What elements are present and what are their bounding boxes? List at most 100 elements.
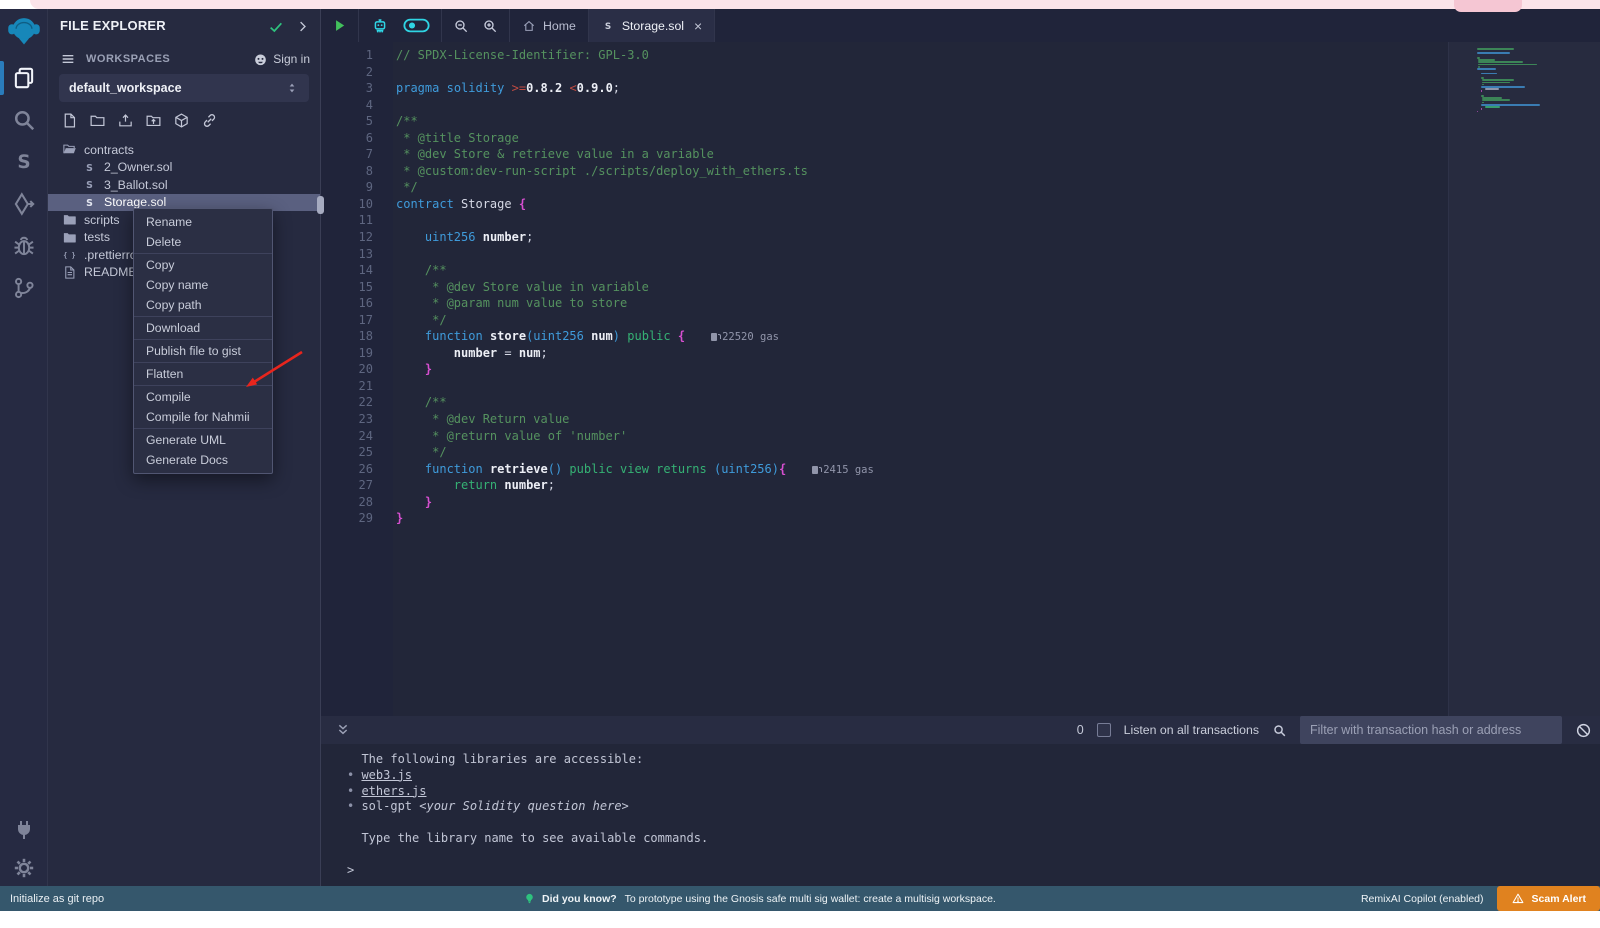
line-number: 8 — [321, 163, 393, 180]
code-line[interactable]: return number; — [393, 477, 1448, 494]
context-menu-item-copy-path[interactable]: Copy path — [134, 295, 272, 315]
close-tab-icon[interactable]: × — [694, 19, 702, 33]
sidebar-plugin-manager-icon[interactable] — [12, 818, 36, 842]
tab-home[interactable]: Home — [510, 9, 589, 42]
panel-resize-handle[interactable] — [317, 196, 324, 214]
line-number: 9 — [321, 179, 393, 196]
code-line[interactable]: */ — [393, 179, 1448, 196]
zoom-out-icon[interactable] — [453, 18, 469, 34]
ipfs-cube-icon[interactable] — [173, 112, 190, 129]
transaction-filter-input[interactable] — [1300, 716, 1562, 744]
upload-folder-icon[interactable] — [145, 112, 162, 129]
code-line[interactable]: /** — [393, 262, 1448, 279]
code-editor[interactable]: 1234567891011121314151617181920212223242… — [321, 42, 1600, 716]
context-menu-item-generate-uml[interactable]: Generate UML — [134, 430, 272, 450]
context-menu-item-compile-for-nahmii[interactable]: Compile for Nahmii — [134, 407, 272, 427]
code-line[interactable]: pragma solidity >=0.8.2 <0.9.0; — [393, 80, 1448, 97]
sidebar-git-icon[interactable] — [11, 275, 37, 301]
zoom-group — [442, 9, 510, 42]
copilot-status[interactable]: RemixAI Copilot (enabled) — [1361, 893, 1484, 905]
code-line[interactable]: * @dev Store & retrieve value in a varia… — [393, 146, 1448, 163]
copilot-toggle[interactable] — [403, 18, 430, 33]
code-line[interactable]: /** — [393, 394, 1448, 411]
code-line[interactable] — [393, 246, 1448, 263]
upload-file-icon[interactable] — [117, 112, 134, 129]
context-menu-item-rename[interactable]: Rename — [134, 212, 272, 232]
code-line[interactable]: */ — [393, 312, 1448, 329]
minimap-column[interactable] — [1448, 42, 1600, 716]
tree-item-label: tests — [84, 230, 110, 244]
new-folder-icon[interactable] — [89, 112, 106, 129]
code-line[interactable]: * @custom:dev-run-script ./scripts/deplo… — [393, 163, 1448, 180]
scam-alert-button[interactable]: Scam Alert — [1497, 886, 1600, 911]
menu-separator — [134, 428, 272, 429]
code-line[interactable]: function retrieve() public view returns … — [393, 461, 1448, 478]
terminal-line: Type the library name to see available c… — [347, 831, 1600, 847]
terminal-line: • web3.js — [347, 768, 1600, 784]
code-line[interactable]: * @dev Store value in variable — [393, 279, 1448, 296]
code-line[interactable]: */ — [393, 444, 1448, 461]
code-line[interactable]: uint256 number; — [393, 229, 1448, 246]
workspaces-menu-icon[interactable] — [60, 51, 76, 67]
svg-text:S: S — [17, 152, 30, 173]
context-menu-item-copy[interactable]: Copy — [134, 255, 272, 275]
code-line[interactable]: contract Storage { — [393, 196, 1448, 213]
workspace-select[interactable]: default_workspace — [59, 74, 309, 102]
run-script-icon[interactable] — [332, 18, 347, 33]
ai-robot-icon[interactable] — [370, 16, 390, 36]
new-file-icon[interactable] — [61, 112, 78, 129]
code-line[interactable]: // SPDX-License-Identifier: GPL-3.0 — [393, 47, 1448, 64]
sidebar-deploy-run-icon[interactable] — [11, 191, 37, 217]
minimap[interactable] — [1477, 48, 1557, 113]
menu-separator — [134, 339, 272, 340]
code-line[interactable]: } — [393, 494, 1448, 511]
sidebar-debugger-icon[interactable] — [11, 233, 37, 259]
clear-console-icon[interactable] — [1575, 722, 1592, 739]
status-bar: Initialize as git repo Did you know? To … — [0, 886, 1600, 911]
code-line[interactable] — [393, 378, 1448, 395]
code-line[interactable]: * @return value of 'number' — [393, 428, 1448, 445]
tree-item-contracts[interactable]: contracts — [48, 141, 320, 159]
menu-separator — [134, 253, 272, 254]
sidebar-solidity-compiler-icon[interactable]: S — [11, 149, 37, 175]
tree-item-3-ballot-sol[interactable]: S3_Ballot.sol — [48, 176, 320, 194]
sign-in-button[interactable]: Sign in — [253, 52, 310, 67]
terminal-prompt[interactable]: > — [347, 863, 1600, 879]
remix-logo[interactable] — [5, 13, 43, 49]
terminal-link[interactable]: ethers.js — [361, 784, 426, 798]
code-line[interactable]: } — [393, 361, 1448, 378]
sidebar-search-icon[interactable] — [11, 107, 37, 133]
line-number: 17 — [321, 312, 393, 329]
expand-terminal-icon[interactable] — [335, 722, 351, 738]
code-line[interactable]: function store(uint256 num) public {2252… — [393, 328, 1448, 345]
code-line[interactable] — [393, 212, 1448, 229]
git-init-status[interactable]: Initialize as git repo — [10, 893, 104, 905]
did-you-know-tip: Did you know? To prototype using the Gno… — [523, 886, 996, 911]
context-menu-item-delete[interactable]: Delete — [134, 232, 272, 252]
sidebar-settings-icon[interactable] — [12, 856, 36, 880]
context-menu-item-download[interactable]: Download — [134, 318, 272, 338]
sidebar-file-explorer-icon[interactable] — [11, 65, 37, 91]
code-line[interactable] — [393, 64, 1448, 81]
context-menu-item-generate-docs[interactable]: Generate Docs — [134, 450, 272, 470]
line-number: 29 — [321, 510, 393, 527]
code-line[interactable]: * @title Storage — [393, 130, 1448, 147]
code-line[interactable]: number = num; — [393, 345, 1448, 362]
terminal-search-icon[interactable] — [1272, 723, 1287, 738]
chevron-right-icon[interactable] — [295, 19, 310, 34]
zoom-in-icon[interactable] — [482, 18, 498, 34]
annotation-arrow — [238, 344, 310, 396]
code-line[interactable]: } — [393, 510, 1448, 527]
code-line[interactable]: * @dev Return value — [393, 411, 1448, 428]
context-menu-item-copy-name[interactable]: Copy name — [134, 275, 272, 295]
line-number: 13 — [321, 246, 393, 263]
tab-storage-sol[interactable]: SStorage.sol× — [589, 9, 715, 42]
code-line[interactable] — [393, 97, 1448, 114]
code-line[interactable]: * @param num value to store — [393, 295, 1448, 312]
terminal-link[interactable]: web3.js — [361, 768, 412, 782]
link-icon[interactable] — [201, 112, 218, 129]
tree-item-2-owner-sol[interactable]: S2_Owner.sol — [48, 159, 320, 177]
listen-transactions-checkbox[interactable] — [1097, 723, 1111, 737]
terminal-output[interactable]: The following libraries are accessible:•… — [321, 744, 1600, 886]
code-line[interactable]: /** — [393, 113, 1448, 130]
